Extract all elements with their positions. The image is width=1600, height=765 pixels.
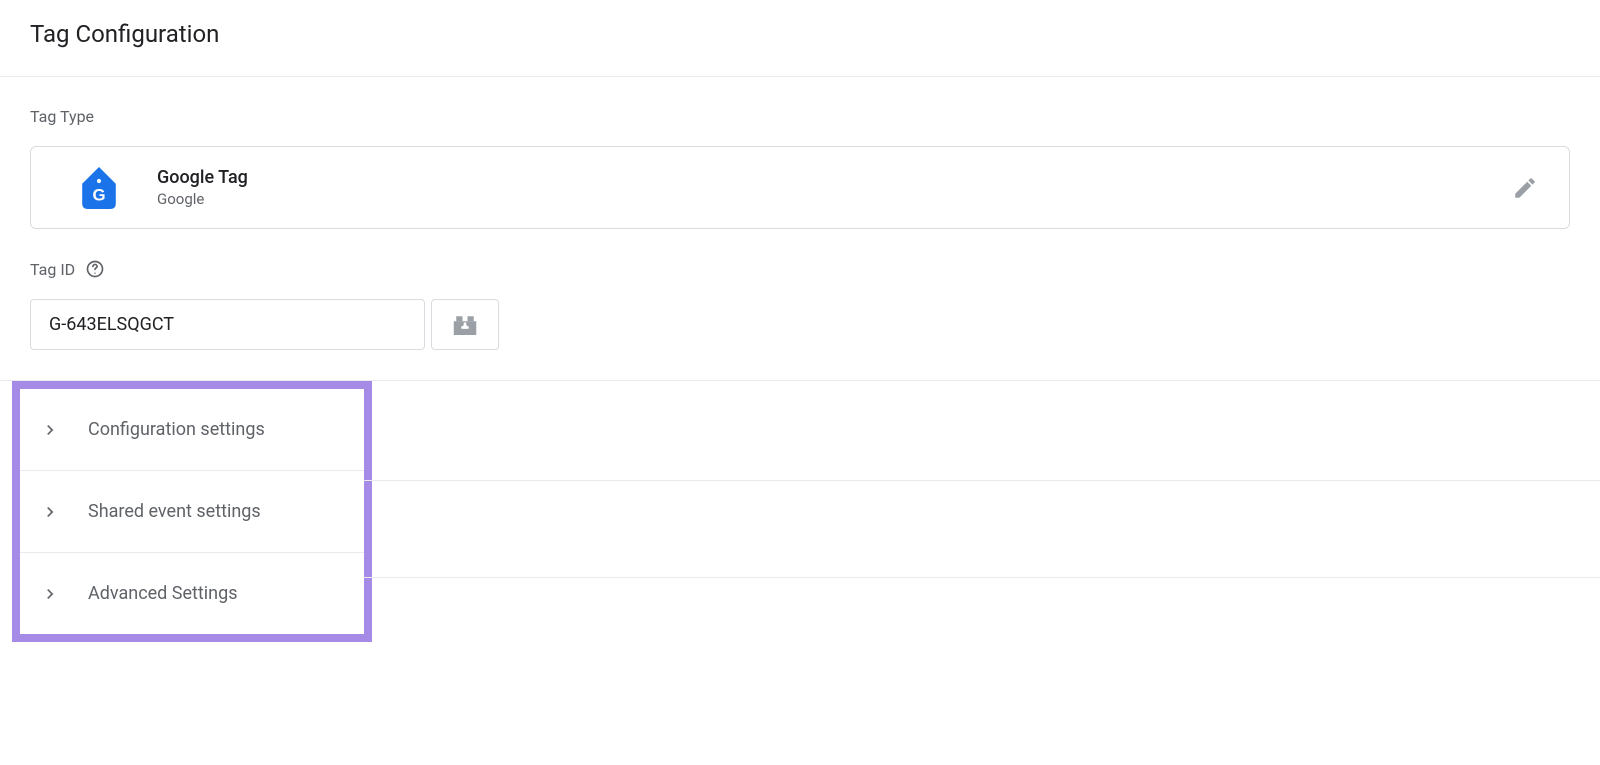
pencil-icon [1512, 175, 1538, 201]
tag-type-vendor: Google [157, 190, 1471, 208]
tag-type-name: Google Tag [157, 167, 1471, 188]
advanced-settings-row[interactable]: Advanced Settings [20, 553, 364, 634]
shared-event-settings-row[interactable]: Shared event settings [20, 471, 364, 553]
configuration-settings-row[interactable]: Configuration settings [20, 389, 364, 471]
configuration-settings-label: Configuration settings [88, 419, 265, 440]
advanced-settings-label: Advanced Settings [88, 583, 238, 604]
tag-id-label-text: Tag ID [30, 260, 75, 279]
insert-variable-button[interactable] [431, 299, 499, 350]
chevron-right-icon [40, 420, 60, 440]
tag-type-label: Tag Type [30, 107, 1570, 126]
tag-id-input[interactable] [30, 299, 425, 350]
tag-id-section: Tag ID [0, 249, 1600, 380]
help-icon[interactable] [85, 259, 105, 279]
chevron-right-icon [40, 584, 60, 604]
tag-config-header: Tag Configuration [0, 0, 1600, 77]
google-tag-icon: G [81, 168, 117, 208]
tag-type-section: Tag Type G Google Tag Google [0, 77, 1600, 249]
edit-tag-type-button[interactable] [1511, 174, 1539, 202]
svg-text:G: G [92, 185, 105, 204]
settings-section: Configuration settings Shared event sett… [0, 380, 1600, 642]
settings-highlight: Configuration settings Shared event sett… [12, 381, 372, 642]
row-divider [364, 577, 1600, 578]
lego-brick-icon [450, 310, 480, 340]
tag-type-text: Google Tag Google [157, 167, 1471, 208]
row-divider [364, 480, 1600, 481]
tag-id-label: Tag ID [30, 259, 1570, 279]
shared-event-settings-label: Shared event settings [88, 501, 261, 522]
tag-type-card[interactable]: G Google Tag Google [30, 146, 1570, 229]
chevron-right-icon [40, 502, 60, 522]
page-title: Tag Configuration [30, 20, 1570, 48]
